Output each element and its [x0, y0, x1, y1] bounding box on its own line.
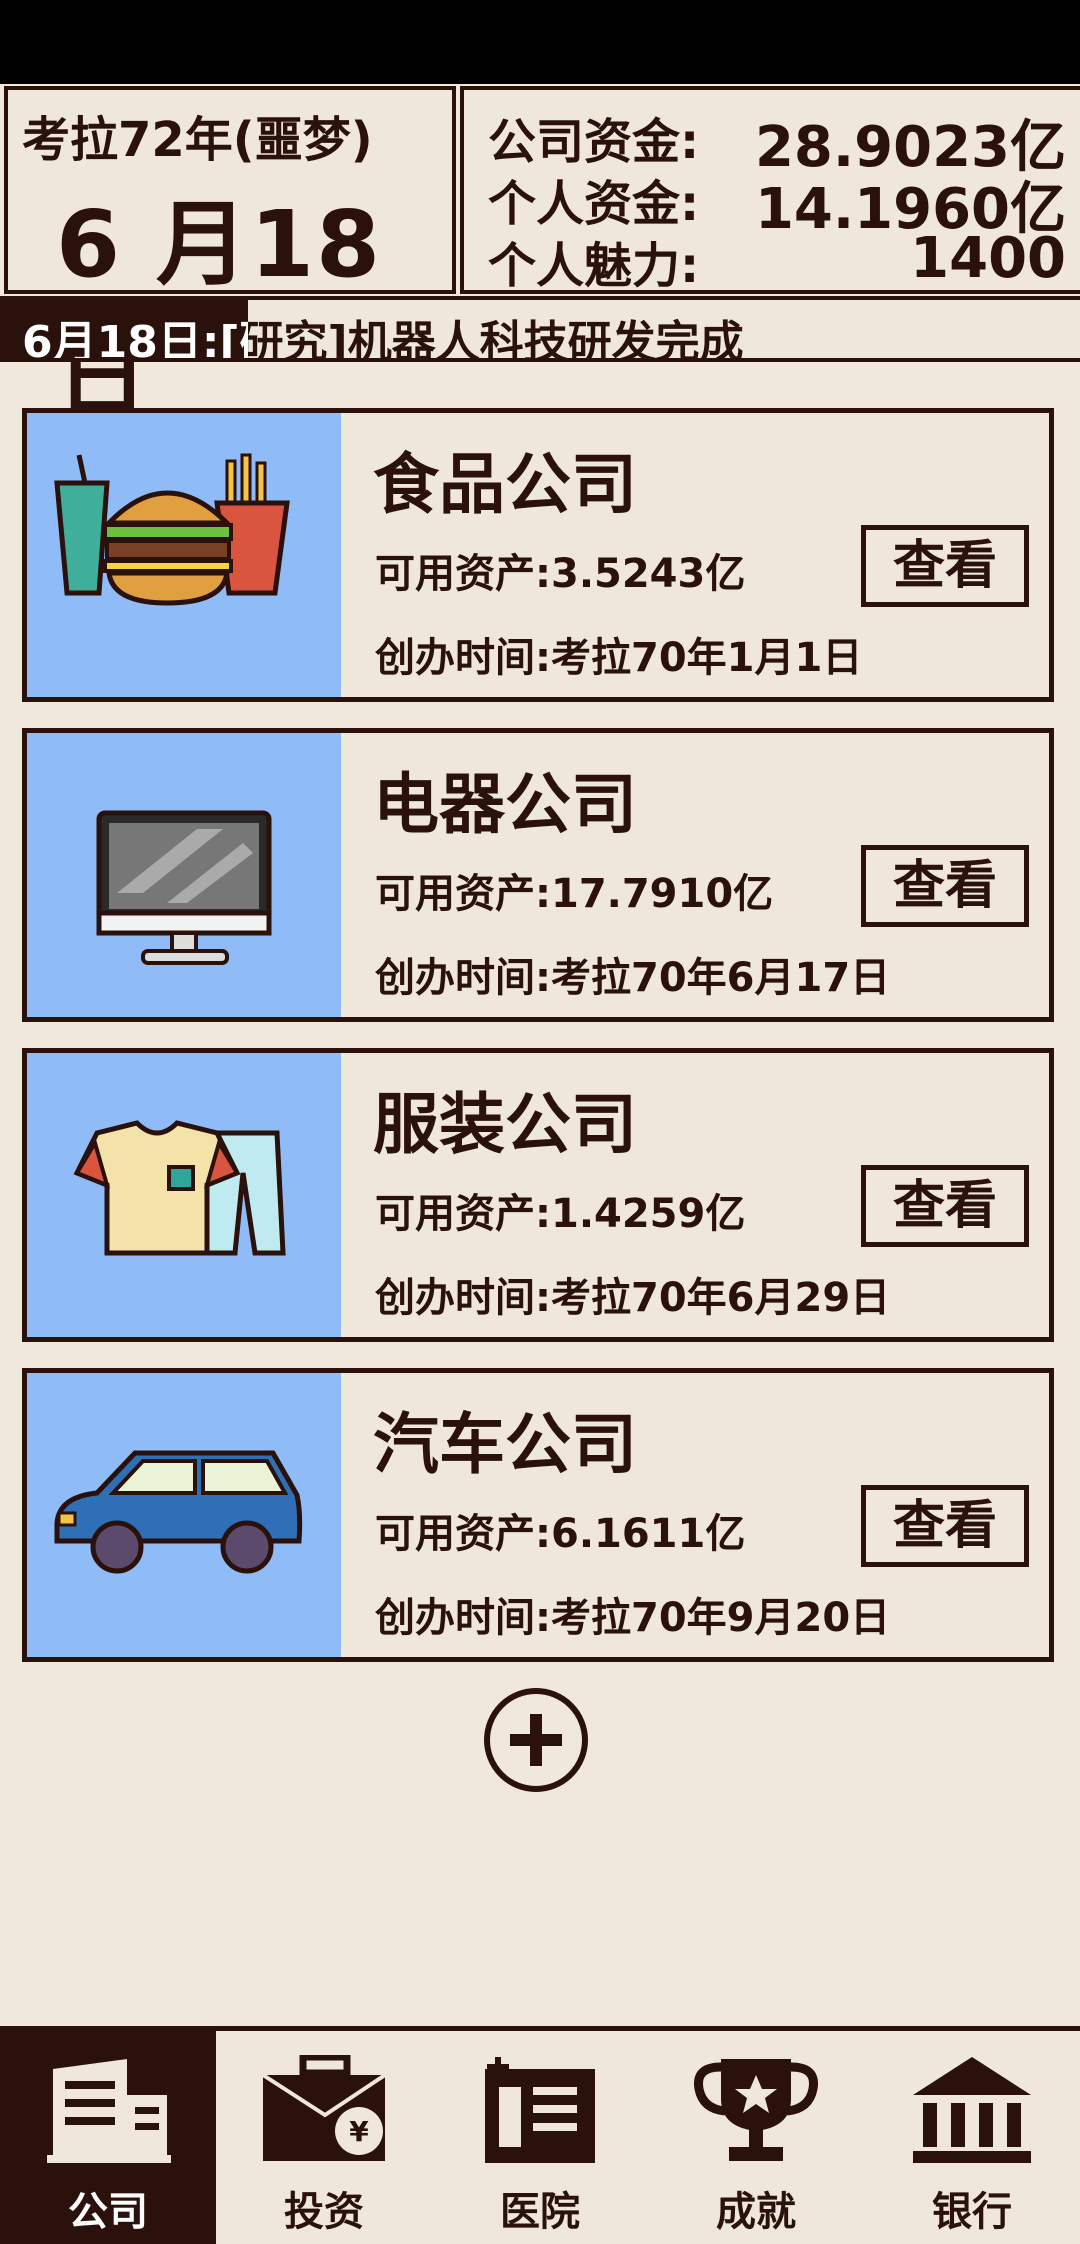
food-icon [54, 453, 290, 606]
nav-invest[interactable]: ¥ 投资 [216, 2031, 432, 2244]
company-card-food: 食品公司 可用资产:3.5243亿 创办时间:考拉70年1月1日 查看 [22, 408, 1054, 702]
charm-value: 1400 [910, 226, 1066, 291]
view-button[interactable]: 查看 [861, 1165, 1029, 1247]
briefcase-icon: ¥ [261, 2055, 387, 2161]
company-card-car: 汽车公司 可用资产:6.1611亿 创办时间:考拉70年9月20日 查看 [22, 1368, 1054, 1662]
company-image [27, 413, 341, 697]
nav-label: 成就 [716, 2189, 796, 2235]
company-founded: 创办时间:考拉70年6月17日 [375, 955, 891, 1001]
funds-panel: 公司资金: 28.9023亿 个人资金: 14.1960亿 个人魅力: 1400 [460, 86, 1080, 294]
svg-text:¥: ¥ [349, 2115, 369, 2148]
company-assets: 可用资产:17.7910亿 [375, 871, 774, 917]
nav-company[interactable]: 公司 [0, 2031, 216, 2244]
company-card-clothing: 服装公司 可用资产:1.4259亿 创办时间:考拉70年6月29日 查看 [22, 1048, 1054, 1342]
add-company-button[interactable] [484, 1688, 588, 1792]
company-image [27, 1053, 341, 1337]
nav-hospital[interactable]: 医院 [432, 2031, 648, 2244]
company-assets: 可用资产:6.1611亿 [375, 1511, 746, 1557]
company-assets: 可用资产:3.5243亿 [375, 551, 746, 597]
nav-bank[interactable]: 银行 [864, 2031, 1080, 2244]
company-image [27, 1373, 341, 1657]
view-button[interactable]: 查看 [861, 525, 1029, 607]
date-panel: 考拉72年(噩梦) 6 月18 日 [4, 86, 456, 431]
company-funds-label: 公司资金: [488, 114, 700, 170]
clothes-icon [73, 1120, 286, 1256]
status-bar [0, 0, 1080, 84]
view-button[interactable]: 查看 [861, 845, 1029, 927]
game-year: 考拉72年(噩梦) [22, 112, 373, 168]
nav-label: 医院 [500, 2189, 580, 2235]
nav-label: 公司 [68, 2189, 148, 2235]
company-name: 食品公司 [373, 446, 637, 523]
company-assets: 可用资产:1.4259亿 [375, 1191, 746, 1237]
company-image [27, 733, 341, 1017]
company-card-electronics: 电器公司 可用资产:17.7910亿 创办时间:考拉70年6月17日 查看 [22, 728, 1054, 1022]
computer-icon [96, 810, 272, 965]
nav-label: 投资 [284, 2189, 364, 2235]
nav-achievements[interactable]: 成就 [648, 2031, 864, 2244]
company-founded: 创办时间:考拉70年6月29日 [375, 1275, 891, 1321]
company-founded: 创办时间:考拉70年1月1日 [375, 635, 863, 681]
company-funds-row: 公司资金: 28.9023亿 [488, 102, 1066, 180]
view-button[interactable]: 查看 [861, 1485, 1029, 1567]
company-founded: 创办时间:考拉70年9月20日 [375, 1595, 891, 1641]
personal-funds-label: 个人资金: [488, 176, 700, 232]
company-name: 服装公司 [373, 1086, 637, 1163]
trophy-icon [693, 2059, 819, 2161]
building-icon [47, 2059, 171, 2163]
hospital-icon [485, 2057, 595, 2163]
charm-row: 个人魅力: 1400 [488, 226, 1066, 294]
bottom-nav: 公司 ¥ 投资 医院 成就 银行 [0, 2026, 1080, 2244]
news-ticker: 6月18日:[研究]机器人科技研发完成 6月18日:[研究]机器人科技研发完成 [0, 296, 1080, 362]
car-icon [54, 1450, 303, 1574]
company-name: 汽车公司 [373, 1406, 637, 1483]
personal-funds-row: 个人资金: 14.1960亿 [488, 164, 1066, 242]
company-name: 电器公司 [373, 766, 637, 843]
nav-label: 银行 [932, 2189, 1012, 2235]
bank-icon [913, 2057, 1031, 2163]
charm-label: 个人魅力: [488, 238, 700, 294]
